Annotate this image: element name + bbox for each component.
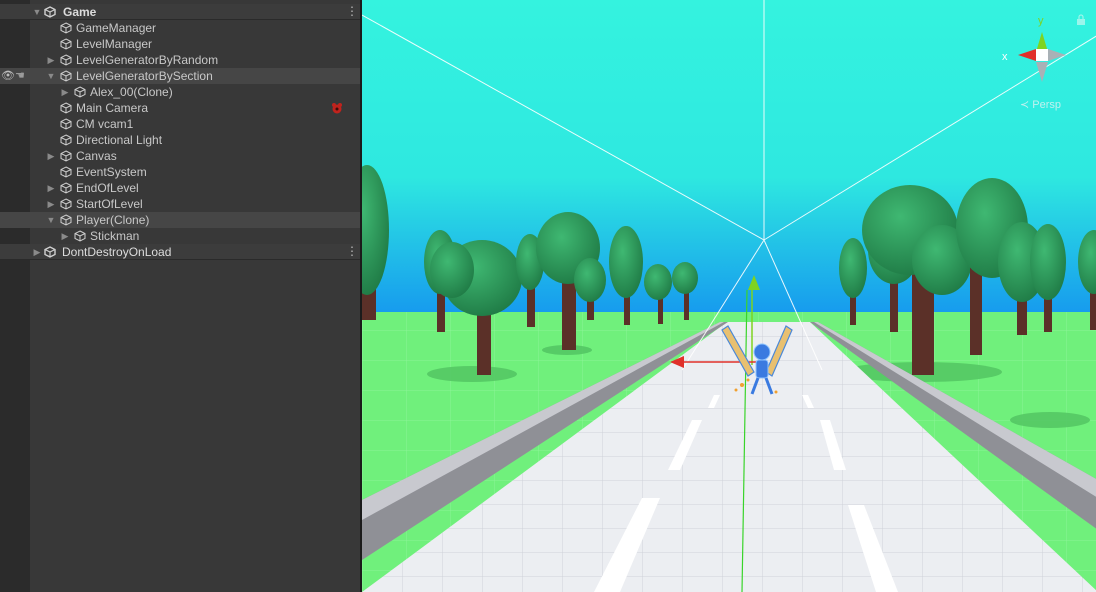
foldout-collapsed-icon[interactable]: ▶ [31, 244, 43, 260]
gizmo-center-cube[interactable] [1036, 49, 1048, 61]
hierarchy-item-levelmanager[interactable]: LevelManager [0, 36, 360, 52]
hierarchy-item-directional-light[interactable]: Directional Light [0, 132, 360, 148]
gameobject-icon [60, 182, 72, 194]
hierarchy-item-cm-vcam1[interactable]: CM vcam1 [0, 116, 360, 132]
hierarchy-item-levelgeneratorbyrandom[interactable]: ▶ LevelGeneratorByRandom [0, 52, 360, 68]
gameobject-icon [60, 150, 72, 162]
hierarchy-item-stickman[interactable]: ▶ Stickman [0, 228, 360, 244]
hierarchy-item-label: LevelManager [76, 37, 153, 51]
hierarchy-item-eventsystem[interactable]: EventSystem [0, 164, 360, 180]
hierarchy-item-label: Directional Light [76, 133, 163, 147]
lock-icon[interactable] [1076, 14, 1086, 26]
scene-menu-icon[interactable]: ⋮ [346, 244, 358, 260]
foldout-collapsed-icon[interactable]: ▶ [59, 84, 71, 100]
gameobject-icon [74, 230, 86, 242]
hierarchy-item-label: EndOfLevel [76, 181, 139, 195]
hierarchy-item-label: CM vcam1 [76, 117, 134, 131]
scene-row-dontdestroyonload[interactable]: ▶ DontDestroyOnLoad ⋮ [0, 244, 360, 260]
unity-scene-icon [44, 246, 56, 258]
hierarchy-item-label: LevelGeneratorByRandom [76, 53, 219, 67]
gameobject-icon [60, 70, 72, 82]
pickable-hand-icon[interactable]: ☚ [15, 68, 29, 84]
projection-toggle[interactable]: ≺ Persp [1020, 98, 1061, 111]
scene-name: Game [63, 5, 97, 19]
foldout-expanded-icon[interactable]: ▼ [45, 212, 57, 228]
hierarchy-item-gamemanager[interactable]: GameManager [0, 20, 360, 36]
unity-scene-icon [44, 6, 56, 18]
foldout-expanded-icon[interactable]: ▼ [31, 4, 43, 20]
scene-menu-icon[interactable]: ⋮ [346, 4, 358, 20]
hierarchy-item-endoflevel[interactable]: ▶ EndOfLevel [0, 180, 360, 196]
gizmo-negx-cone[interactable] [1048, 49, 1066, 61]
gameobject-icon [60, 198, 72, 210]
hierarchy-item-player-clone[interactable]: ▼ Player(Clone) [0, 212, 360, 228]
hierarchy-item-label: GameManager [76, 21, 157, 35]
hierarchy-item-startoflevel[interactable]: ▶ StartOfLevel [0, 196, 360, 212]
hierarchy-item-label: StartOfLevel [76, 197, 143, 211]
hierarchy-item-canvas[interactable]: ▶ Canvas [0, 148, 360, 164]
visibility-eye-icon[interactable]: 👁 [1, 68, 15, 84]
gameobject-icon [60, 166, 72, 178]
cinemachine-brain-icon [332, 103, 342, 114]
scene-name: DontDestroyOnLoad [62, 245, 172, 259]
hierarchy-item-label: Stickman [90, 229, 140, 243]
hierarchy-item-label: Main Camera [76, 101, 149, 115]
gizmo-negy-cone[interactable] [1036, 62, 1048, 82]
persp-arrow-icon: ≺ [1020, 99, 1030, 111]
scene-row-game[interactable]: ▼ Game ⋮ [0, 4, 360, 20]
foldout-collapsed-icon[interactable]: ▶ [45, 52, 57, 68]
gameobject-icon [60, 134, 72, 146]
hierarchy-item-label: Alex_00(Clone) [90, 85, 173, 99]
hierarchy-item-levelgeneratorbysection[interactable]: 👁 ☚ ▼ LevelGeneratorBySection [0, 68, 360, 84]
gizmo-x-label: x [1002, 51, 1008, 63]
scene-viewport[interactable] [362, 0, 1096, 592]
projection-label: Persp [1032, 99, 1062, 111]
hierarchy-item-label: EventSystem [76, 165, 147, 179]
hierarchy-item-label: Player(Clone) [76, 213, 150, 227]
gizmo-y-label: y [1038, 15, 1044, 27]
foldout-expanded-icon[interactable]: ▼ [45, 68, 57, 84]
foldout-collapsed-icon[interactable]: ▶ [45, 196, 57, 212]
foldout-collapsed-icon[interactable]: ▶ [59, 228, 71, 244]
gameobject-icon [74, 86, 86, 98]
gameobject-icon [60, 54, 72, 66]
hierarchy-item-alex00-clone[interactable]: ▶ Alex_00(Clone) [0, 84, 360, 100]
gameobject-icon [60, 22, 72, 34]
gameobject-icon [60, 118, 72, 130]
foldout-collapsed-icon[interactable]: ▶ [45, 180, 57, 196]
foldout-collapsed-icon[interactable]: ▶ [45, 148, 57, 164]
hierarchy-panel: ▼ Game ⋮ GameManager LevelManager ▶ Leve… [0, 0, 360, 592]
hierarchy-item-label: Canvas [76, 149, 117, 163]
scene-view[interactable]: y x ≺ Persp [360, 0, 1096, 592]
gizmo-x-cone[interactable] [1018, 49, 1036, 61]
gameobject-icon [60, 38, 72, 50]
hierarchy-item-main-camera[interactable]: Main Camera [0, 100, 360, 116]
hierarchy-item-label: LevelGeneratorBySection [76, 69, 213, 83]
gameobject-icon [60, 214, 72, 226]
gameobject-icon [60, 102, 72, 114]
